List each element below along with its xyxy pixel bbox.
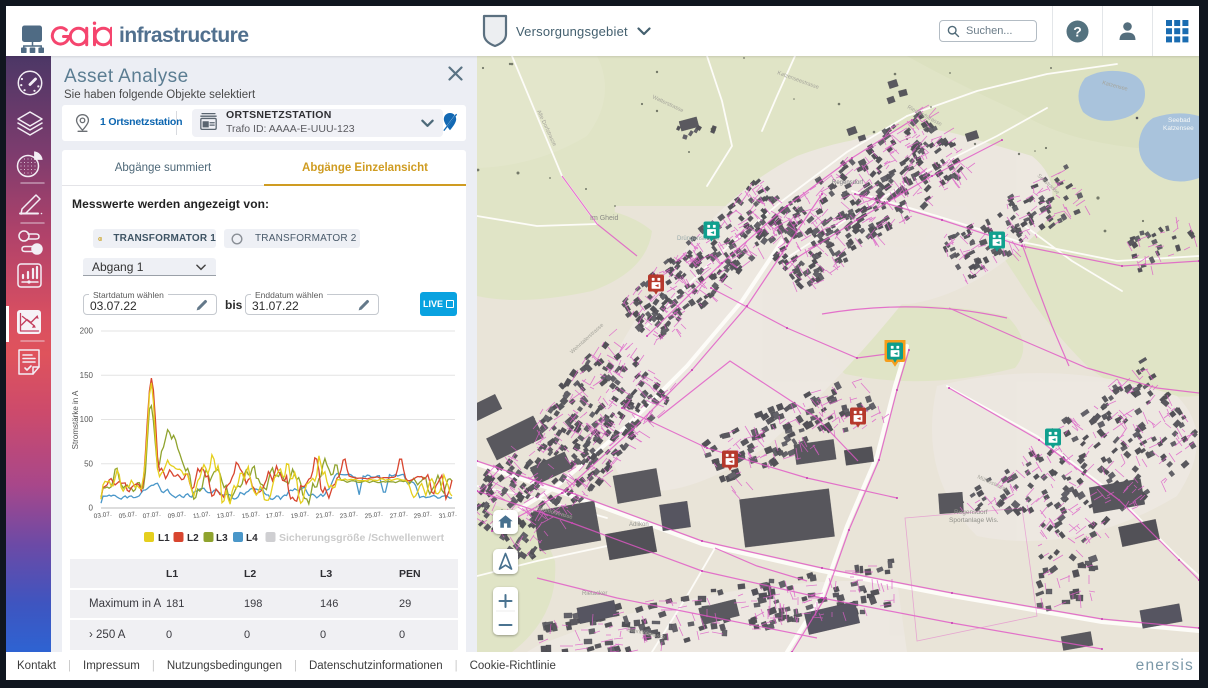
svg-text:25.07.: 25.07. [364, 511, 383, 520]
svg-text:Regensdorf: Regensdorf [832, 180, 863, 186]
svg-text:200: 200 [80, 327, 94, 336]
svg-text:15.07.: 15.07. [241, 511, 260, 520]
svg-text:0: 0 [89, 504, 94, 513]
svg-text:11.07.: 11.07. [193, 511, 212, 520]
svg-text:Adlikon: Adlikon [629, 522, 649, 528]
svg-text:?: ? [1073, 24, 1082, 40]
svg-text:L2: L2 [187, 533, 199, 544]
svg-text:L1: L1 [158, 533, 170, 544]
svg-text:Im Gheid: Im Gheid [590, 215, 619, 222]
svg-text:50: 50 [84, 459, 93, 468]
svg-text:19.07.: 19.07. [290, 511, 309, 520]
svg-text:09.07.: 09.07. [167, 511, 186, 520]
svg-text:Seebad: Seebad [1168, 117, 1191, 124]
svg-text:23.07.: 23.07. [339, 511, 358, 520]
svg-text:07.07.: 07.07. [142, 511, 161, 520]
svg-text:150: 150 [80, 371, 94, 380]
svg-text:Stromstärke in A: Stromstärke in A [71, 390, 80, 449]
svg-text:13.07.: 13.07. [216, 511, 235, 520]
svg-text:05.07.: 05.07. [118, 511, 137, 520]
svg-text:100: 100 [80, 415, 94, 424]
svg-text:Katzensee: Katzensee [1163, 125, 1194, 132]
svg-text:21.07.: 21.07. [315, 511, 334, 520]
svg-text:Rietacker: Rietacker [582, 591, 607, 597]
svg-text:29.07.: 29.07. [413, 511, 432, 520]
svg-text:Sportanlage Wis.: Sportanlage Wis. [949, 517, 999, 524]
svg-text:27.07.: 27.07. [389, 511, 408, 520]
svg-text:31.07.: 31.07. [438, 511, 457, 520]
svg-text:03.07.: 03.07. [93, 511, 112, 520]
svg-text:Regensdorf: Regensdorf [954, 509, 988, 516]
svg-text:L3: L3 [216, 533, 228, 544]
svg-text:L4: L4 [246, 533, 258, 544]
svg-text:Sicherungsgröße /Schwellenwert: Sicherungsgröße /Schwellenwert [279, 532, 445, 544]
svg-text:17.07.: 17.07. [265, 511, 284, 520]
